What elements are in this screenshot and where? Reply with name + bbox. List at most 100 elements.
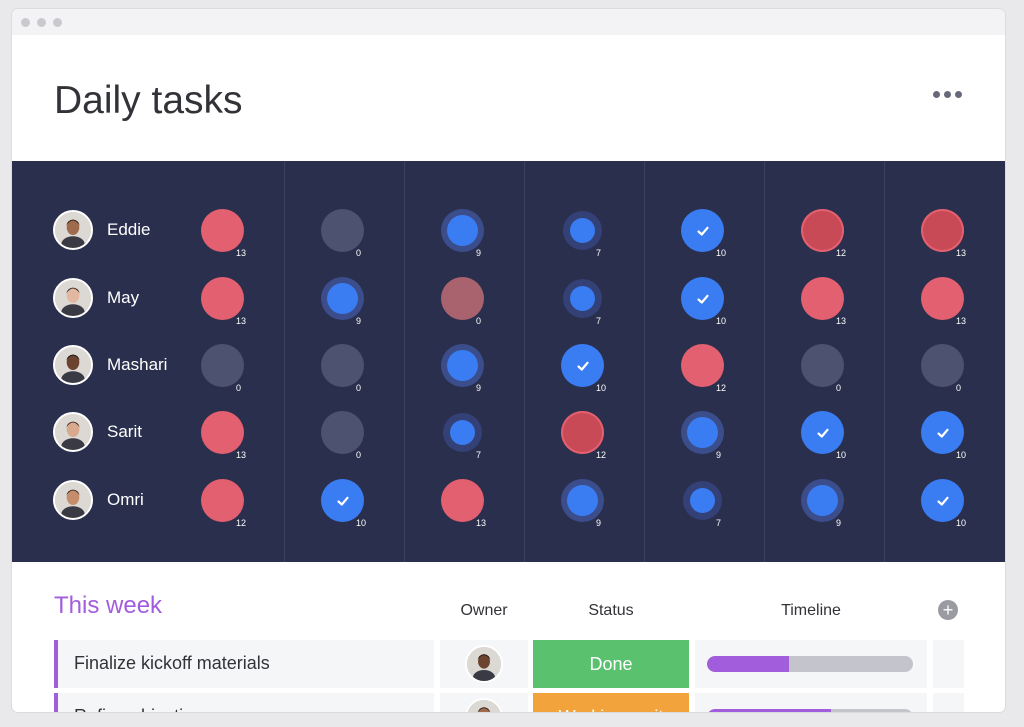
- app-window: Daily tasks Eddie May Mashari Sarit Omri 13 0 9…: [12, 9, 1005, 712]
- column-divider: [644, 161, 645, 562]
- column-divider: [884, 161, 885, 562]
- status-dot[interactable]: [561, 411, 604, 454]
- empty-cell[interactable]: [933, 640, 964, 688]
- heatmap-cell: 0: [441, 277, 484, 326]
- status-dot[interactable]: [807, 485, 838, 516]
- task-count: 10: [716, 248, 727, 258]
- heatmap-cell: 9: [327, 283, 361, 326]
- check-icon: [336, 496, 349, 506]
- task-cell[interactable]: Finalize kickoff materials: [54, 640, 434, 688]
- completed-status-dot[interactable]: [561, 344, 604, 387]
- person-row-label[interactable]: Omri: [53, 478, 144, 522]
- column-header-owner[interactable]: Owner: [440, 602, 528, 620]
- heatmap-cell: 13: [921, 209, 966, 258]
- heatmap-cell: 0: [801, 344, 844, 393]
- status-text: Done: [589, 653, 633, 674]
- status-dot[interactable]: [201, 209, 244, 252]
- person-row-label[interactable]: Sarit: [53, 410, 142, 454]
- status-dot[interactable]: [441, 479, 484, 522]
- status-dot[interactable]: [201, 344, 244, 387]
- heatmap-cell: 12: [801, 209, 846, 258]
- status-dot[interactable]: [450, 420, 475, 445]
- task-name: Refine objectives: [74, 706, 211, 712]
- completed-status-dot[interactable]: [681, 209, 724, 252]
- add-column-icon[interactable]: +: [938, 600, 958, 620]
- task-count: 13: [236, 248, 247, 258]
- status-dot[interactable]: [201, 277, 244, 320]
- timeline-cell[interactable]: [695, 693, 927, 712]
- status-dot[interactable]: [321, 209, 364, 252]
- window-dot-icon[interactable]: [37, 18, 46, 27]
- status-dot[interactable]: [801, 344, 844, 387]
- heatmap-cell: 0: [921, 344, 964, 393]
- task-name: Finalize kickoff materials: [74, 653, 270, 673]
- status-dot[interactable]: [327, 283, 358, 314]
- timeline-cell[interactable]: [695, 640, 927, 688]
- heatmap-cell: 13: [921, 277, 966, 326]
- status-dot[interactable]: [921, 209, 964, 252]
- owner-cell[interactable]: [440, 693, 528, 712]
- heatmap-cell: 7: [690, 488, 721, 528]
- status-dot[interactable]: [681, 344, 724, 387]
- status-label[interactable]: Done: [533, 640, 689, 688]
- window-dot-icon[interactable]: [53, 18, 62, 27]
- task-count: 0: [956, 383, 962, 393]
- task-count: 12: [236, 518, 247, 528]
- heatmap-cell: 9: [807, 485, 841, 528]
- status-dot[interactable]: [321, 344, 364, 387]
- heatmap-cell: 0: [321, 411, 364, 460]
- completed-status-dot[interactable]: [321, 479, 364, 522]
- status-dot[interactable]: [567, 485, 598, 516]
- task-count: 13: [476, 518, 487, 528]
- timeline-progress-fill: [707, 656, 790, 672]
- group-title[interactable]: This week: [54, 592, 162, 620]
- task-count: 9: [836, 518, 842, 528]
- status-dot[interactable]: [321, 411, 364, 454]
- avatar: [53, 278, 93, 318]
- heatmap-cell: 10: [681, 209, 726, 258]
- empty-cell[interactable]: [933, 693, 964, 712]
- status-dot[interactable]: [687, 417, 718, 448]
- task-count: 13: [236, 450, 247, 460]
- status-dot[interactable]: [447, 350, 478, 381]
- status-dot[interactable]: [201, 411, 244, 454]
- owner-avatar: [465, 645, 503, 683]
- timeline-progress-fill: [707, 709, 831, 712]
- status-dot[interactable]: [690, 488, 715, 513]
- task-count: 13: [836, 316, 847, 326]
- table-row[interactable]: Finalize kickoff materials Done: [54, 640, 964, 688]
- status-dot[interactable]: [801, 209, 844, 252]
- completed-status-dot[interactable]: [921, 411, 964, 454]
- completed-status-dot[interactable]: [801, 411, 844, 454]
- more-options-icon[interactable]: [933, 91, 962, 98]
- owner-cell[interactable]: [440, 640, 528, 688]
- column-header-status[interactable]: Status: [533, 602, 689, 620]
- task-count: 9: [356, 316, 362, 326]
- table-row[interactable]: Refine objectives Working on it: [54, 693, 964, 712]
- status-dot[interactable]: [801, 277, 844, 320]
- status-dot[interactable]: [570, 286, 595, 311]
- task-count: 9: [596, 518, 602, 528]
- status-label[interactable]: Working on it: [533, 693, 689, 712]
- status-dot[interactable]: [447, 215, 478, 246]
- column-header-timeline[interactable]: Timeline: [695, 602, 927, 620]
- completed-status-dot[interactable]: [921, 479, 964, 522]
- column-divider: [524, 161, 525, 562]
- task-cell[interactable]: Refine objectives: [54, 693, 434, 712]
- heatmap-cell: 10: [921, 411, 966, 460]
- person-row-label[interactable]: Mashari: [53, 343, 167, 387]
- task-count: 9: [716, 450, 722, 460]
- status-text: Working on it: [559, 707, 664, 713]
- status-dot[interactable]: [201, 479, 244, 522]
- avatar: [53, 412, 93, 452]
- status-dot[interactable]: [921, 277, 964, 320]
- status-dot[interactable]: [570, 218, 595, 243]
- person-row-label[interactable]: May: [53, 276, 139, 320]
- completed-status-dot[interactable]: [681, 277, 724, 320]
- status-dot[interactable]: [921, 344, 964, 387]
- person-row-label[interactable]: Eddie: [53, 208, 150, 252]
- window-dot-icon[interactable]: [21, 18, 30, 27]
- status-dot[interactable]: [441, 277, 484, 320]
- task-count: 0: [356, 450, 362, 460]
- task-count: 9: [476, 383, 482, 393]
